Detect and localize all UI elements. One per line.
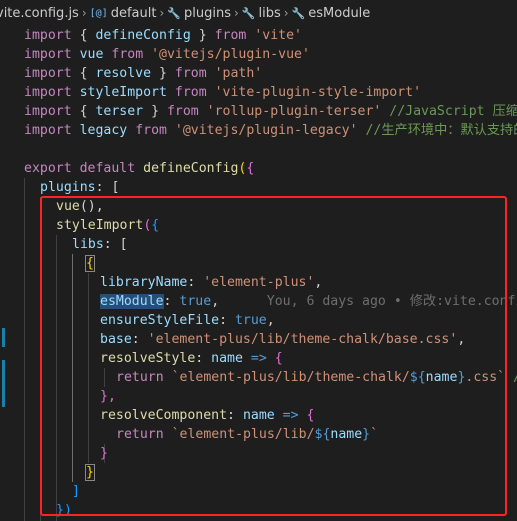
git-blame-annotation: You, 6 days ago • 修改:vite.confi bbox=[266, 294, 517, 309]
code-line: vue(), bbox=[56, 199, 104, 214]
wrench-icon: 🔧 bbox=[167, 6, 181, 20]
code-line: } bbox=[85, 464, 95, 481]
indent-guide bbox=[40, 197, 41, 521]
chevron-right-icon: › bbox=[233, 6, 239, 20]
code-line: import { defineConfig } from 'vite' bbox=[24, 28, 302, 43]
breadcrumb-libs[interactable]: libs bbox=[258, 6, 280, 21]
code-line: { bbox=[85, 255, 95, 272]
code-line: import vue from '@vitejs/plugin-vue' bbox=[24, 47, 310, 62]
gutter-modified-marker bbox=[2, 360, 5, 407]
indent-guide bbox=[72, 254, 73, 482]
code-line: ] bbox=[72, 484, 80, 499]
code-line: } bbox=[100, 446, 108, 461]
code-line: base: 'element-plus/lib/theme-chalk/base… bbox=[100, 332, 466, 347]
indent-guide bbox=[24, 178, 25, 521]
code-line: import styleImport from 'vite-plugin-sty… bbox=[24, 85, 422, 100]
code-line: return `element-plus/lib/theme-chalk/${n… bbox=[116, 370, 517, 385]
breadcrumb-file[interactable]: vite.config.js bbox=[0, 6, 79, 21]
code-line: styleImport({ bbox=[56, 218, 160, 233]
code-line: }) bbox=[56, 503, 72, 518]
gutter-modified-marker bbox=[2, 328, 5, 347]
wrench-icon: 🔧 bbox=[241, 6, 256, 20]
code-line-current: esModule: true, You, 6 days ago • 修改:vit… bbox=[100, 292, 517, 311]
breadcrumb-esmodule[interactable]: esModule bbox=[308, 6, 370, 21]
code-line: libraryName: 'element-plus', bbox=[100, 275, 323, 290]
chevron-right-icon: › bbox=[81, 6, 87, 20]
chevron-right-icon: › bbox=[159, 6, 165, 20]
code-line: import legacy from '@vitejs/plugin-legac… bbox=[24, 123, 517, 138]
code-line: plugins: [ bbox=[40, 180, 120, 195]
indent-guide bbox=[56, 235, 57, 521]
indent-guide bbox=[104, 368, 105, 387]
breadcrumb-default[interactable]: default bbox=[111, 6, 157, 21]
chevron-right-icon: › bbox=[283, 6, 289, 20]
code-line: resolveStyle: name => { bbox=[100, 351, 283, 366]
code-line: ensureStyleFile: true, bbox=[100, 313, 275, 328]
code-line: export default defineConfig({ bbox=[24, 161, 255, 176]
code-line: import { terser } from 'rollup-plugin-te… bbox=[24, 104, 517, 119]
breadcrumb: vite.config.js › [@] default › 🔧 plugins… bbox=[0, 0, 517, 27]
code-line: return `element-plus/lib/${name}` bbox=[116, 427, 379, 442]
code-line: resolveComponent: name => { bbox=[100, 408, 315, 423]
code-editor[interactable]: import { defineConfig } from 'vite' impo… bbox=[0, 26, 517, 521]
code-line: }, bbox=[100, 389, 116, 404]
indent-guide bbox=[88, 273, 89, 463]
wrench-icon: 🔧 bbox=[291, 6, 306, 20]
breadcrumb-plugins[interactable]: plugins bbox=[184, 6, 231, 21]
code-line: libs: [ bbox=[72, 237, 128, 252]
object-icon: [@] bbox=[89, 7, 108, 19]
code-line: import { resolve } from 'path' bbox=[24, 66, 263, 81]
